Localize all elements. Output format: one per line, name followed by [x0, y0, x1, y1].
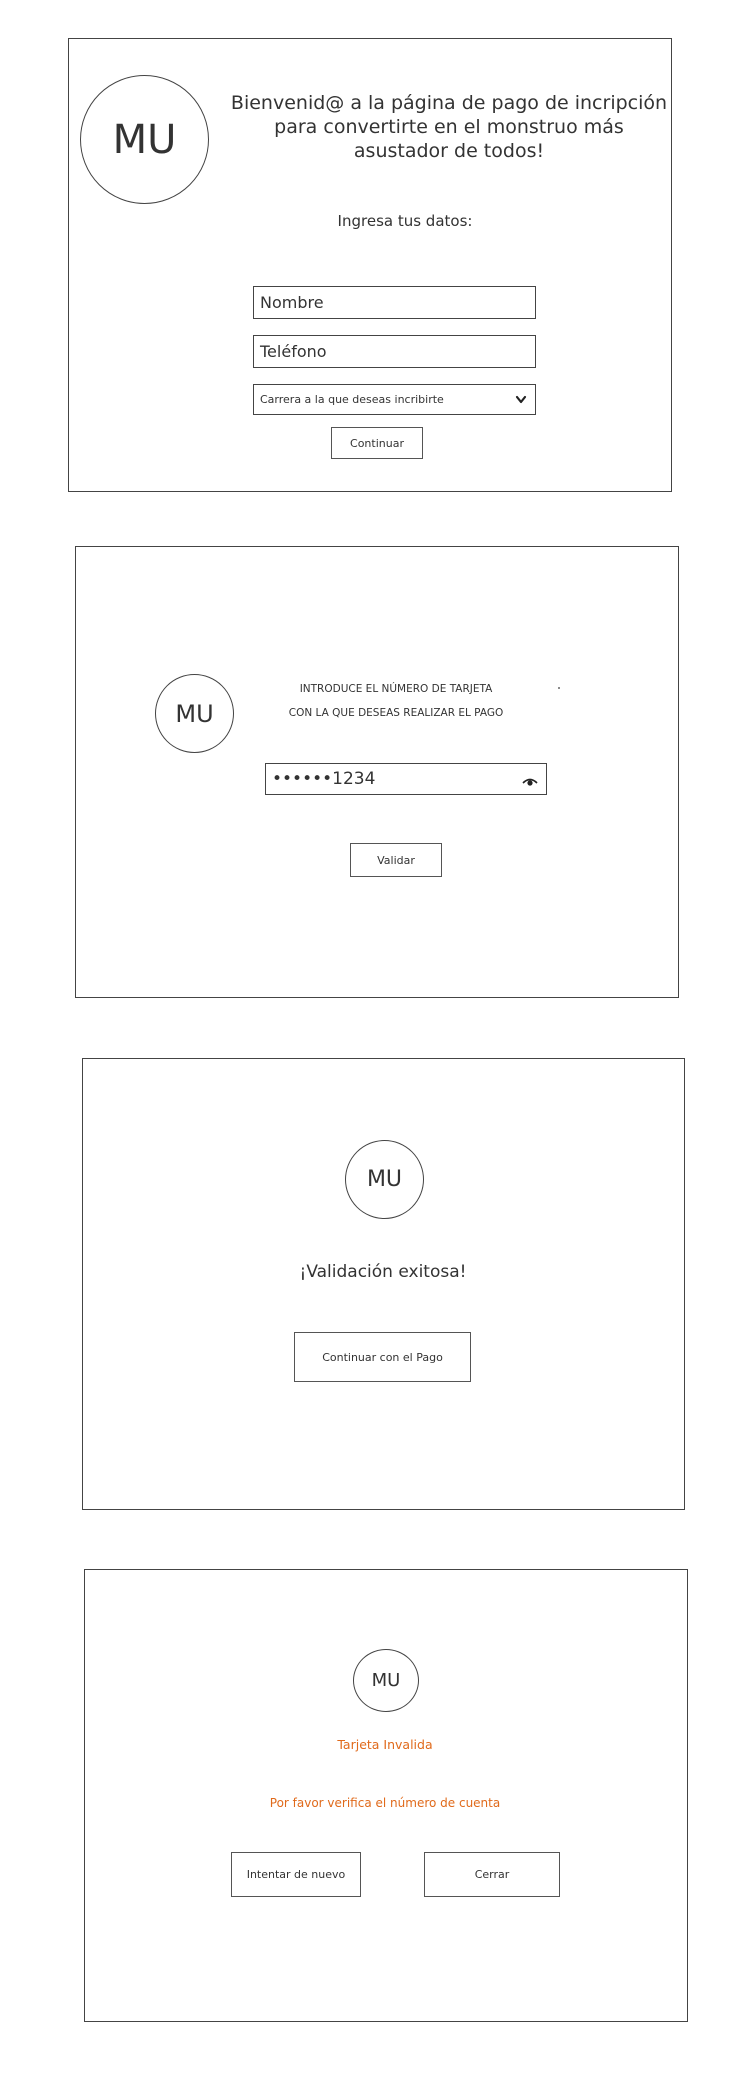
chevron-down-icon	[515, 395, 527, 405]
card-number-value: ••••••1234	[272, 769, 376, 789]
logo-text: MU	[366, 1167, 403, 1192]
success-message: ¡Validación exitosa!	[299, 1262, 467, 1282]
career-select-value: Carrera a la que deseas incribirte	[260, 393, 444, 406]
phone-placeholder: Teléfono	[260, 342, 327, 361]
card-entry-screen: MU INTRODUCE EL NÚMERO DE TARJETA CON LA…	[75, 546, 679, 998]
logo-text: MU	[112, 116, 177, 163]
card-number-field[interactable]: ••••••1234	[265, 763, 547, 795]
registration-screen: MU Bienvenid@ a la página de pago de inc…	[68, 38, 672, 492]
error-message: Por favor verifica el número de cuenta	[269, 1796, 501, 1810]
continue-button[interactable]: Continuar	[331, 427, 423, 459]
error-title: Tarjeta Invalida	[337, 1737, 433, 1752]
mu-logo: MU	[155, 674, 234, 753]
phone-field[interactable]: Teléfono	[253, 335, 536, 368]
welcome-line-2: para convertirte en el monstruo más	[274, 116, 624, 138]
decorative-dot	[558, 687, 560, 689]
success-screen: MU ¡Validación exitosa! Continuar con el…	[82, 1058, 685, 1510]
error-screen: MU Tarjeta Invalida Por favor verifica e…	[84, 1569, 688, 2022]
welcome-message: Bienvenid@ a la página de pago de incrip…	[229, 91, 669, 163]
mu-logo: MU	[353, 1649, 419, 1712]
welcome-line-1: Bienvenid@ a la página de pago de incrip…	[230, 92, 668, 114]
close-button[interactable]: Cerrar	[424, 1852, 560, 1897]
logo-text: MU	[371, 1670, 401, 1691]
card-prompt-line-2: CON LA QUE DESEAS REALIZAR EL PAGO	[288, 707, 504, 719]
mu-logo: MU	[345, 1140, 424, 1219]
name-field[interactable]: Nombre	[253, 286, 536, 319]
card-prompt-line-1: INTRODUCE EL NÚMERO DE TARJETA	[299, 683, 493, 695]
mu-logo: MU	[80, 75, 209, 204]
logo-text: MU	[175, 699, 214, 728]
name-placeholder: Nombre	[260, 293, 324, 312]
instructions-label: Ingresa tus datos:	[337, 212, 473, 230]
validate-button[interactable]: Validar	[350, 843, 442, 877]
continue-payment-button[interactable]: Continuar con el Pago	[294, 1332, 471, 1382]
career-select[interactable]: Carrera a la que deseas incribirte	[253, 384, 536, 415]
welcome-line-3: asustador de todos!	[353, 140, 545, 162]
eye-icon[interactable]	[522, 773, 538, 786]
card-prompt: INTRODUCE EL NÚMERO DE TARJETA CON LA QU…	[246, 677, 546, 725]
retry-button[interactable]: Intentar de nuevo	[231, 1852, 361, 1897]
